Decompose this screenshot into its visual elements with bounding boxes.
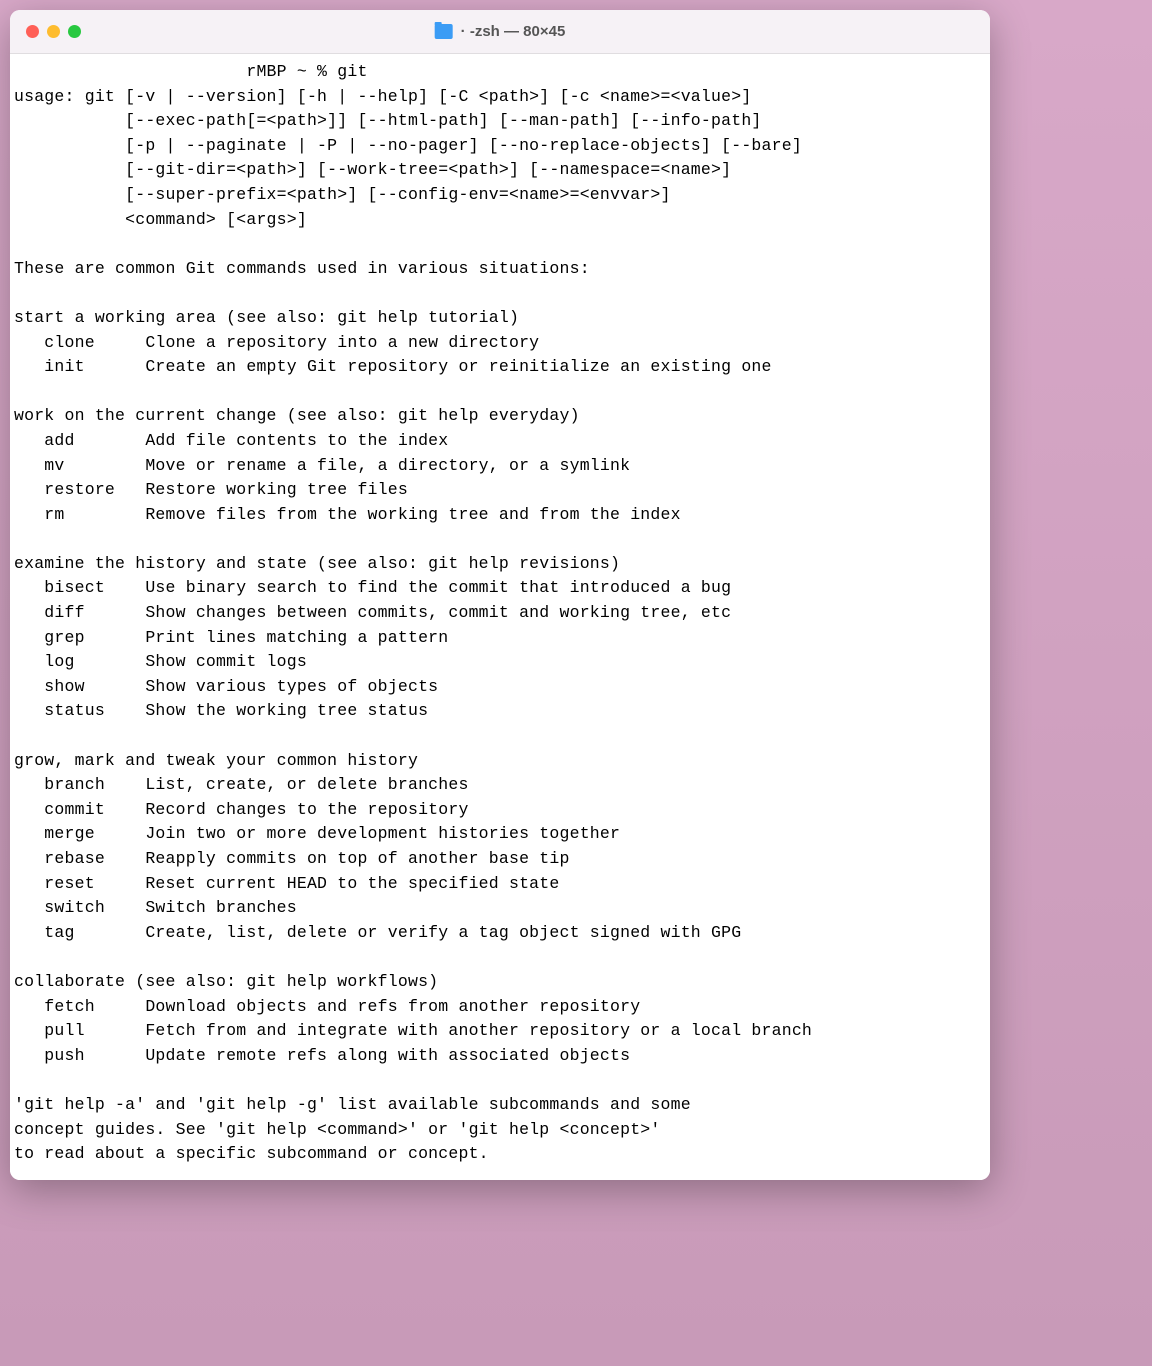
terminal-window: · -zsh — 80×45 rMBP ~ % git usage: git […: [10, 10, 990, 1180]
window-title-group: · -zsh — 80×45: [435, 23, 566, 40]
minimize-button[interactable]: [47, 25, 60, 38]
window-title: · -zsh — 80×45: [461, 23, 566, 40]
terminal-output[interactable]: rMBP ~ % git usage: git [-v | --version]…: [10, 54, 990, 1180]
traffic-lights: [26, 25, 81, 38]
zoom-button[interactable]: [68, 25, 81, 38]
title-bar[interactable]: · -zsh — 80×45: [10, 10, 990, 54]
folder-icon: [435, 24, 453, 39]
close-button[interactable]: [26, 25, 39, 38]
